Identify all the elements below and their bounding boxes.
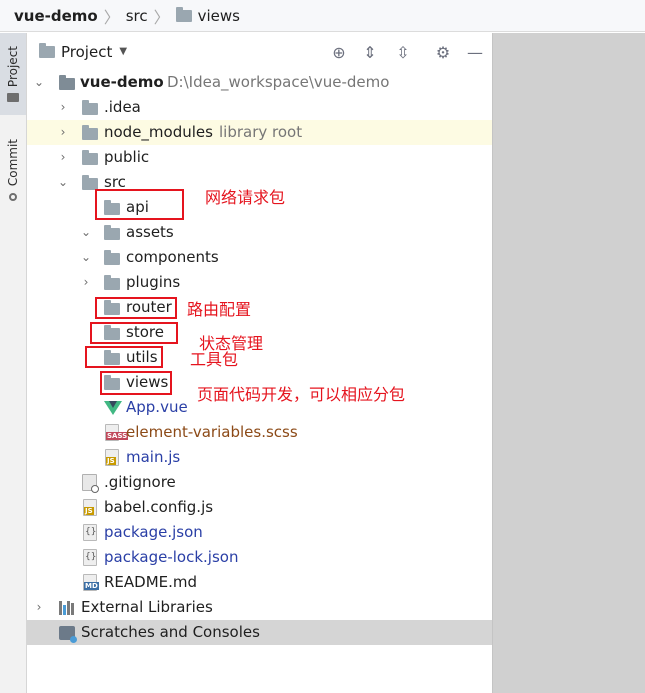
- annotation-views: 页面代码开发，可以相应分包: [197, 385, 406, 404]
- chevron-down-icon[interactable]: ⌄: [33, 75, 45, 89]
- tree-label: babel.config.js: [104, 498, 214, 516]
- annotation-box-store: [90, 322, 178, 344]
- json-file-icon: {}: [83, 549, 97, 566]
- tree-label: plugins: [126, 273, 181, 291]
- tree-row-element-scss[interactable]: SASS element-variables.scss: [27, 420, 492, 445]
- expand-all-icon[interactable]: ⇕: [360, 42, 380, 62]
- chevron-right-icon[interactable]: ›: [57, 100, 69, 114]
- annotation-box-utils: [85, 346, 163, 368]
- tree-label: App.vue: [126, 398, 188, 416]
- tree-label: vue-demo: [80, 73, 164, 91]
- folder-icon: [82, 125, 98, 140]
- tree-row-main-js[interactable]: JS main.js: [27, 445, 492, 470]
- tool-window-strip: Project Commit: [0, 33, 27, 693]
- tree-row-node-modules[interactable]: › node_modules library root: [27, 120, 492, 145]
- editor-empty-area: [492, 33, 645, 693]
- panel-header: Project ▼ ⊕ ⇕ ⇳ ⚙ —: [27, 33, 492, 70]
- tree-label: public: [104, 148, 150, 166]
- chevron-down-icon[interactable]: ⌄: [57, 175, 69, 189]
- locate-icon[interactable]: ⊕: [329, 42, 349, 62]
- breadcrumb: vue-demo 〉 src 〉 views: [0, 0, 645, 32]
- chevron-right-icon[interactable]: ›: [57, 150, 69, 164]
- vue-file-icon: [104, 401, 122, 415]
- tree-row-gitignore[interactable]: .gitignore: [27, 470, 492, 495]
- breadcrumb-views[interactable]: views: [198, 7, 240, 25]
- project-folder-icon: [59, 75, 75, 90]
- gitignore-file-icon: [82, 474, 99, 493]
- annotation-box-views: [100, 371, 172, 395]
- tree-label: main.js: [126, 448, 181, 466]
- tree-row-external-libraries[interactable]: › External Libraries: [27, 595, 492, 620]
- markdown-file-icon: MD: [83, 574, 99, 591]
- tree-row-babel-config[interactable]: JS babel.config.js: [27, 495, 492, 520]
- tree-label: External Libraries: [81, 598, 213, 616]
- js-file-icon: JS: [83, 499, 97, 516]
- sass-file-icon: SASS: [105, 424, 129, 441]
- tree-row-root[interactable]: ⌄ vue-demo D:\Idea_workspace\vue-demo: [27, 70, 492, 95]
- tool-tab-project-label: Project: [6, 45, 20, 88]
- collapse-all-icon[interactable]: ⇳: [393, 42, 413, 62]
- folder-icon: [104, 225, 120, 240]
- tree-row-package-lock[interactable]: {} package-lock.json: [27, 545, 492, 570]
- tree-label: .gitignore: [104, 473, 176, 491]
- tree-row-scratches[interactable]: Scratches and Consoles: [27, 620, 492, 645]
- tree-label: node_modules: [104, 123, 213, 141]
- tree-row-assets[interactable]: ⌄ assets: [27, 220, 492, 245]
- folder-icon: [82, 150, 98, 165]
- folder-icon: [104, 250, 120, 265]
- tree-label: package-lock.json: [104, 548, 239, 566]
- folder-icon: [39, 42, 55, 58]
- tree-label: README.md: [104, 573, 198, 591]
- tool-tab-project[interactable]: Project: [0, 33, 26, 115]
- annotation-api: 网络请求包: [205, 188, 286, 207]
- annotation-router: 路由配置: [187, 300, 252, 319]
- minimize-icon[interactable]: —: [465, 42, 485, 62]
- scratches-icon: [59, 626, 77, 643]
- tool-tab-commit-label: Commit: [6, 139, 20, 187]
- chevron-right-icon[interactable]: ›: [57, 125, 69, 139]
- tree-label: package.json: [104, 523, 203, 541]
- commit-icon: [9, 192, 17, 201]
- chevron-right-icon[interactable]: ›: [80, 275, 92, 289]
- view-selector[interactable]: Project: [61, 43, 112, 61]
- js-file-icon: JS: [105, 449, 119, 466]
- tool-tab-commit[interactable]: Commit: [0, 131, 26, 209]
- tree-row-public[interactable]: › public: [27, 145, 492, 170]
- tree-label: assets: [126, 223, 174, 241]
- tree-hint: D:\Idea_workspace\vue-demo: [167, 73, 390, 91]
- chevron-right-icon: 〉: [153, 7, 170, 27]
- chevron-down-icon[interactable]: ⌄: [80, 225, 92, 239]
- folder-icon: [82, 100, 98, 115]
- tree-row-components[interactable]: ⌄ components: [27, 245, 492, 270]
- annotation-utils: 工具包: [190, 350, 239, 369]
- library-icon: [59, 601, 74, 615]
- folder-icon: [175, 6, 192, 22]
- chevron-right-icon: 〉: [103, 7, 120, 27]
- tree-hint: library root: [219, 123, 303, 141]
- tree-row-package-json[interactable]: {} package.json: [27, 520, 492, 545]
- tree-label: Scratches and Consoles: [81, 623, 260, 641]
- tree-row-readme[interactable]: MD README.md: [27, 570, 492, 595]
- tree-label: .idea: [104, 98, 141, 116]
- json-file-icon: {}: [83, 524, 97, 541]
- chevron-down-icon[interactable]: ⌄: [80, 250, 92, 264]
- tree-label: components: [126, 248, 219, 266]
- tree-label: element-variables.scss: [126, 423, 298, 441]
- folder-icon: [7, 93, 19, 103]
- gear-icon[interactable]: ⚙: [433, 42, 453, 62]
- folder-icon: [104, 275, 120, 290]
- dropdown-arrow-icon[interactable]: ▼: [119, 46, 127, 57]
- annotation-box-router: [95, 297, 177, 319]
- breadcrumb-src[interactable]: src: [126, 7, 148, 25]
- breadcrumb-project[interactable]: vue-demo: [14, 7, 98, 25]
- tree-row-idea[interactable]: › .idea: [27, 95, 492, 120]
- annotation-box-api: [95, 189, 184, 220]
- chevron-right-icon[interactable]: ›: [33, 600, 45, 614]
- tree-row-plugins[interactable]: › plugins: [27, 270, 492, 295]
